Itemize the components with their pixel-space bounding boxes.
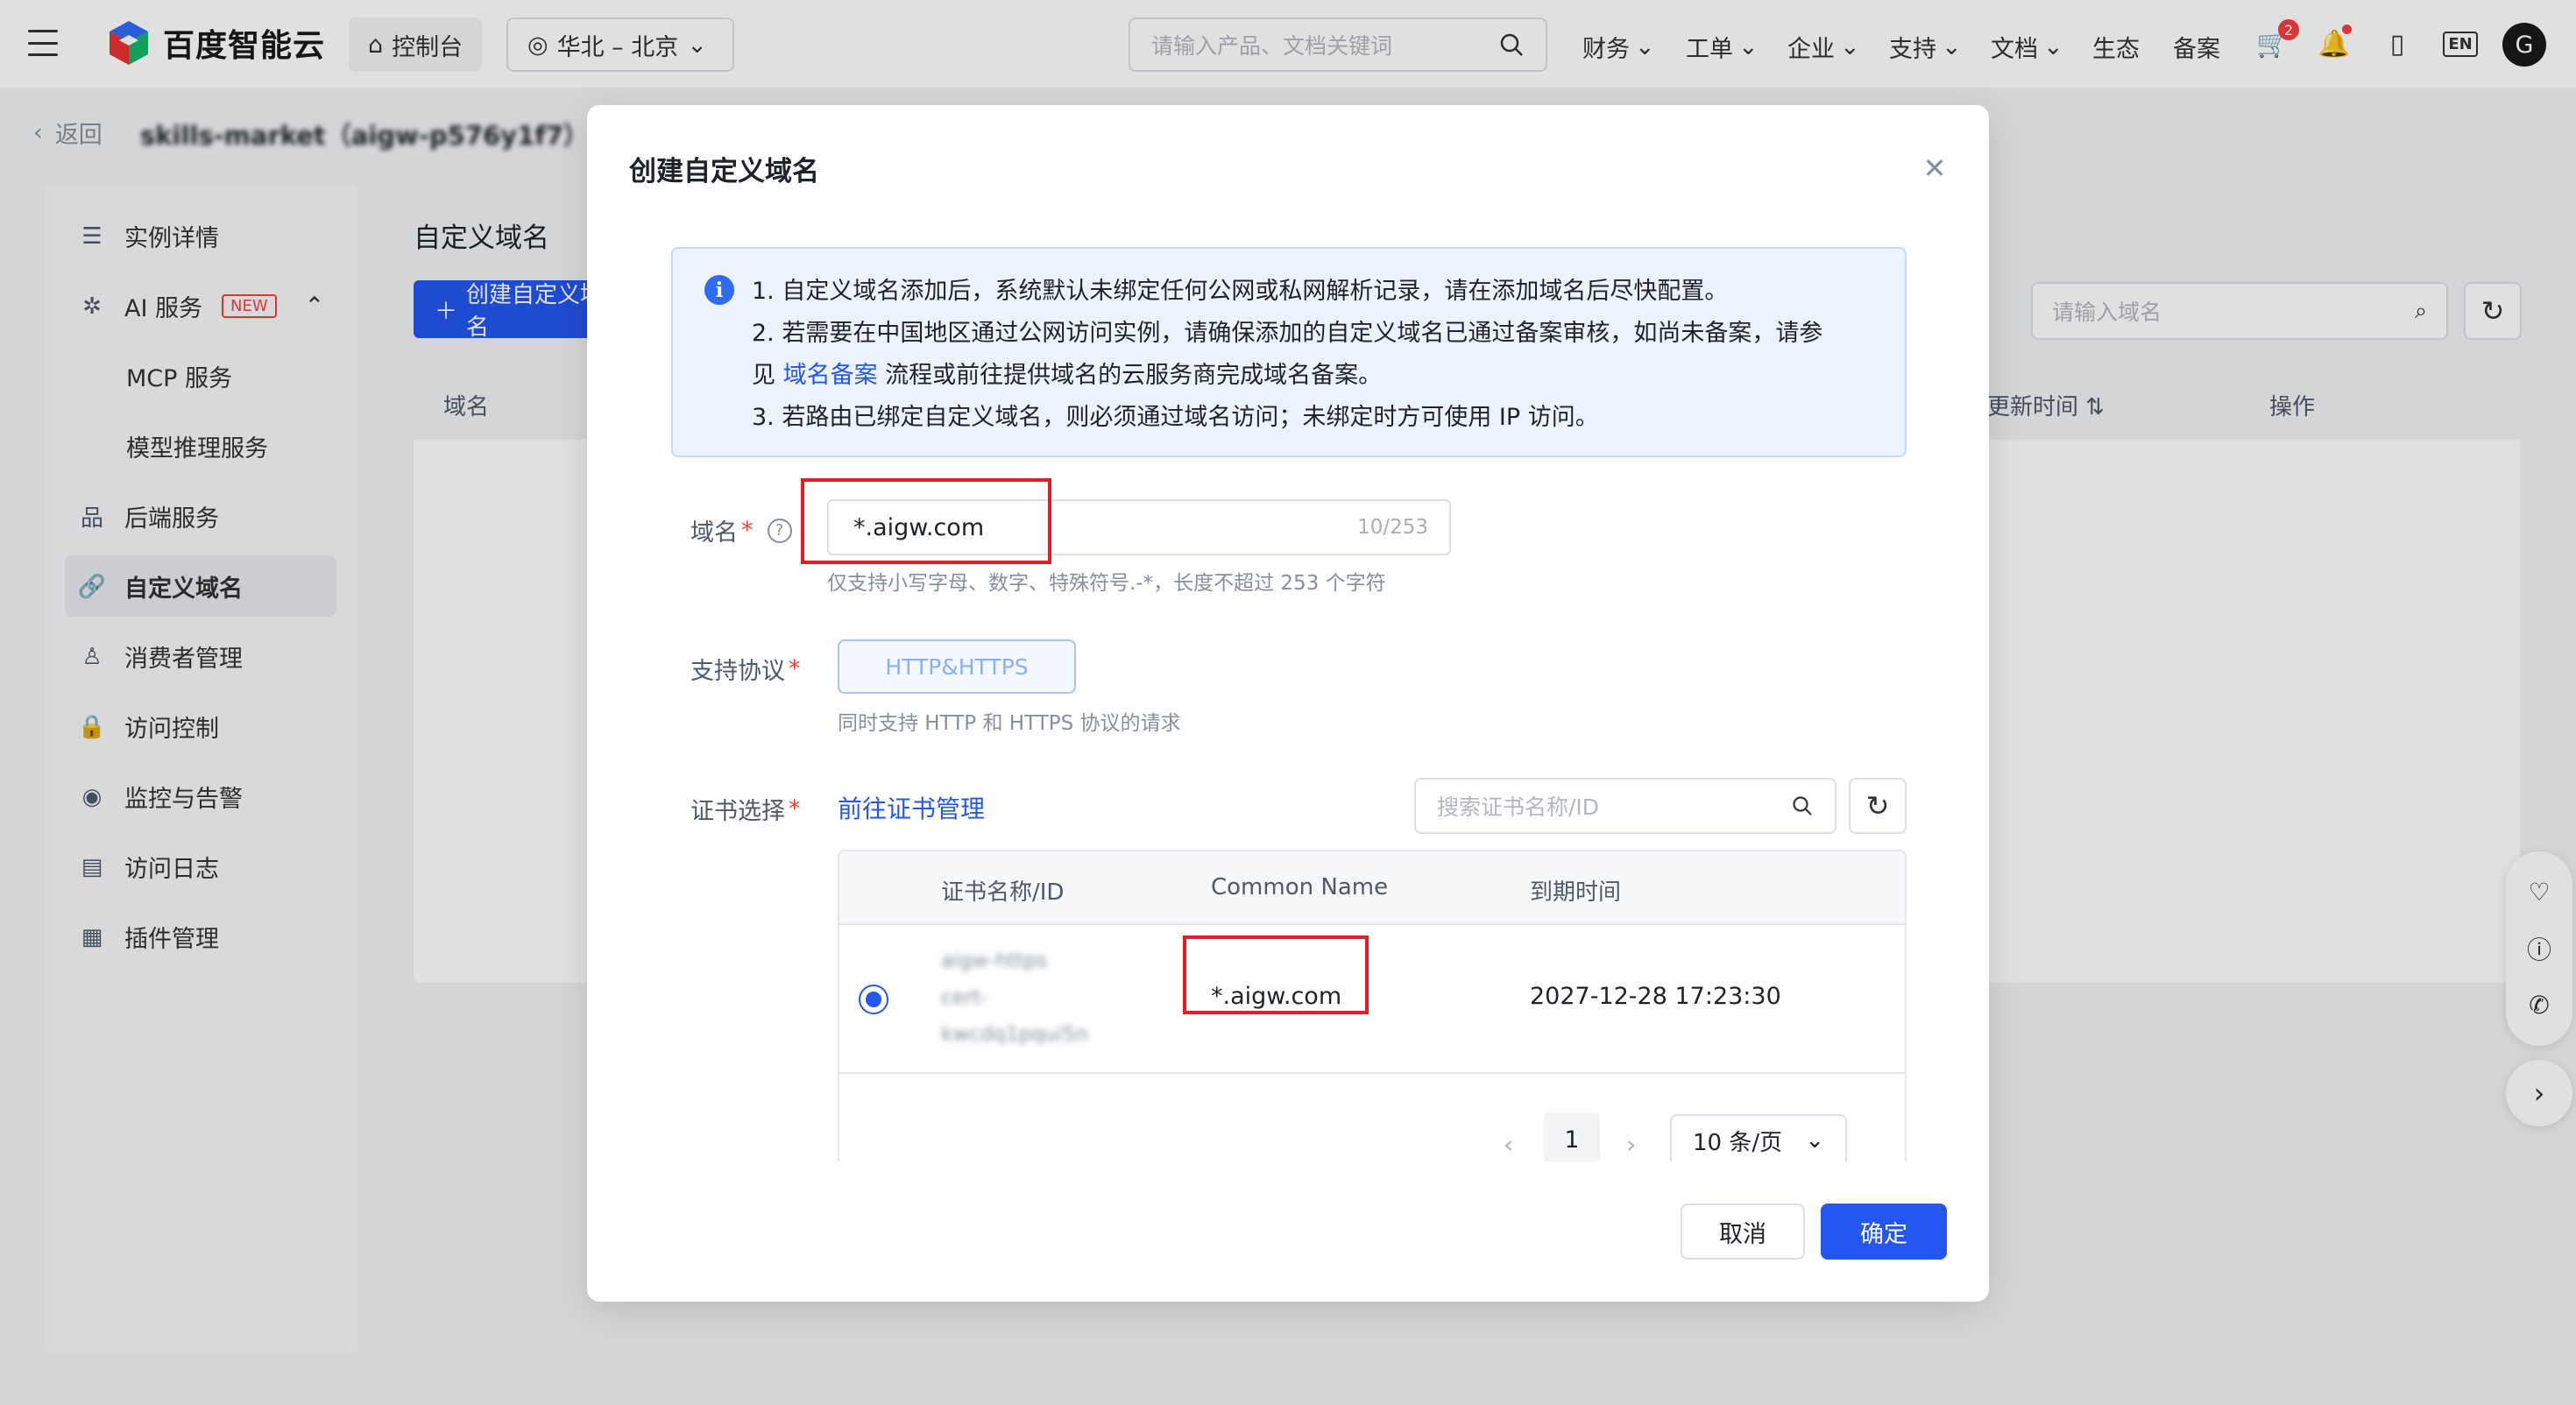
close-icon[interactable]: ✕ [1917, 151, 1952, 186]
cert-refresh-button[interactable]: ↻ [1849, 778, 1907, 834]
notice-text: 流程或前往提供域名的云服务商完成域名备案。 [877, 362, 1383, 389]
protocol-hint: 同时支持 HTTP 和 HTTPS 协议的请求 [838, 712, 1181, 735]
highlight-box-common-name [1183, 935, 1369, 1014]
notice-line-2: 2. 若需要在中国地区通过公网访问实例，请确保添加的自定义域名已通过备案审核，如… [752, 320, 1823, 347]
required-mark: * [789, 655, 801, 682]
required-mark: * [789, 795, 801, 823]
domain-label: 域名 * ? [690, 513, 792, 547]
table-row[interactable]: aigw-https cert- kwcdq1pqui5n *.aigw.com… [839, 925, 1905, 1074]
notice-alert: i 1. 自定义域名添加后，系统默认未绑定任何公网或私网解析记录，请在添加域名后… [671, 247, 1907, 457]
page-size-select[interactable]: 10 条/页 ⌄ [1670, 1114, 1847, 1167]
cert-id-part: cert- [941, 986, 988, 1009]
protocol-option-http-https[interactable]: HTTP&HTTPS [838, 639, 1076, 694]
cert-name: aigw-https [941, 950, 1048, 972]
info-icon: i [704, 275, 734, 305]
domain-filing-link[interactable]: 域名备案 [783, 362, 878, 389]
cert-id-part: kwcdq1pqui5n [941, 1023, 1088, 1046]
prev-page-icon[interactable]: ‹ [1504, 1130, 1513, 1159]
search-icon [1793, 796, 1812, 815]
notice-line-1: 1. 自定义域名添加后，系统默认未绑定任何公网或私网解析记录，请在添加域名后尽快… [752, 278, 1729, 305]
cert-manage-link[interactable]: 前往证书管理 [838, 790, 985, 825]
dialog-title: 创建自定义域名 [629, 156, 819, 187]
cert-search-input[interactable]: 搜索证书名称/ID [1414, 778, 1836, 834]
page-size-label: 10 条/页 [1693, 1129, 1783, 1156]
notice-text: 见 [752, 362, 783, 389]
create-domain-dialog: 创建自定义域名 ✕ i 1. 自定义域名添加后，系统默认未绑定任何公网或私网解析… [587, 105, 1989, 1302]
table-scroll-clip [838, 1161, 1915, 1197]
column-header-cert-name: 证书名称/ID [941, 879, 1065, 906]
confirm-button[interactable]: 确定 [1821, 1204, 1947, 1260]
column-header-expires: 到期时间 [1530, 879, 1622, 906]
cert-radio-selected[interactable] [859, 985, 888, 1014]
char-count: 10/253 [1357, 516, 1428, 539]
page-current[interactable]: 1 [1544, 1112, 1600, 1167]
column-header-common-name: Common Name [1211, 874, 1389, 900]
cert-expires: 2027-12-28 17:23:30 [1530, 983, 1781, 1010]
protocol-label: 支持协议 * [690, 652, 801, 686]
protocol-label-text: 支持协议 [690, 658, 785, 685]
domain-hint: 仅支持小写字母、数字、特殊符号.-*，长度不超过 253 个字符 [827, 572, 1386, 595]
help-icon[interactable]: ? [767, 518, 792, 543]
cert-label: 证书选择 * [690, 792, 801, 826]
chevron-down-icon: ⌄ [1805, 1127, 1824, 1154]
notice-line-4: 3. 若路由已绑定自定义域名，则必须通过域名访问；未绑定时方可使用 IP 访问。 [752, 404, 1599, 431]
notice-line-3: 见 域名备案 流程或前往提供域名的云服务商完成域名备案。 [752, 356, 1382, 390]
refresh-icon: ↻ [1865, 789, 1890, 823]
cert-table-header: 证书名称/ID Common Name 到期时间 [839, 851, 1905, 925]
domain-label-text: 域名 [690, 519, 738, 547]
cert-search-placeholder: 搜索证书名称/ID [1437, 794, 1600, 820]
next-page-icon[interactable]: › [1626, 1130, 1636, 1159]
highlight-box-domain [801, 478, 1051, 564]
required-mark: * [741, 517, 754, 544]
cert-label-text: 证书选择 [690, 798, 785, 825]
cancel-button[interactable]: 取消 [1681, 1204, 1805, 1260]
